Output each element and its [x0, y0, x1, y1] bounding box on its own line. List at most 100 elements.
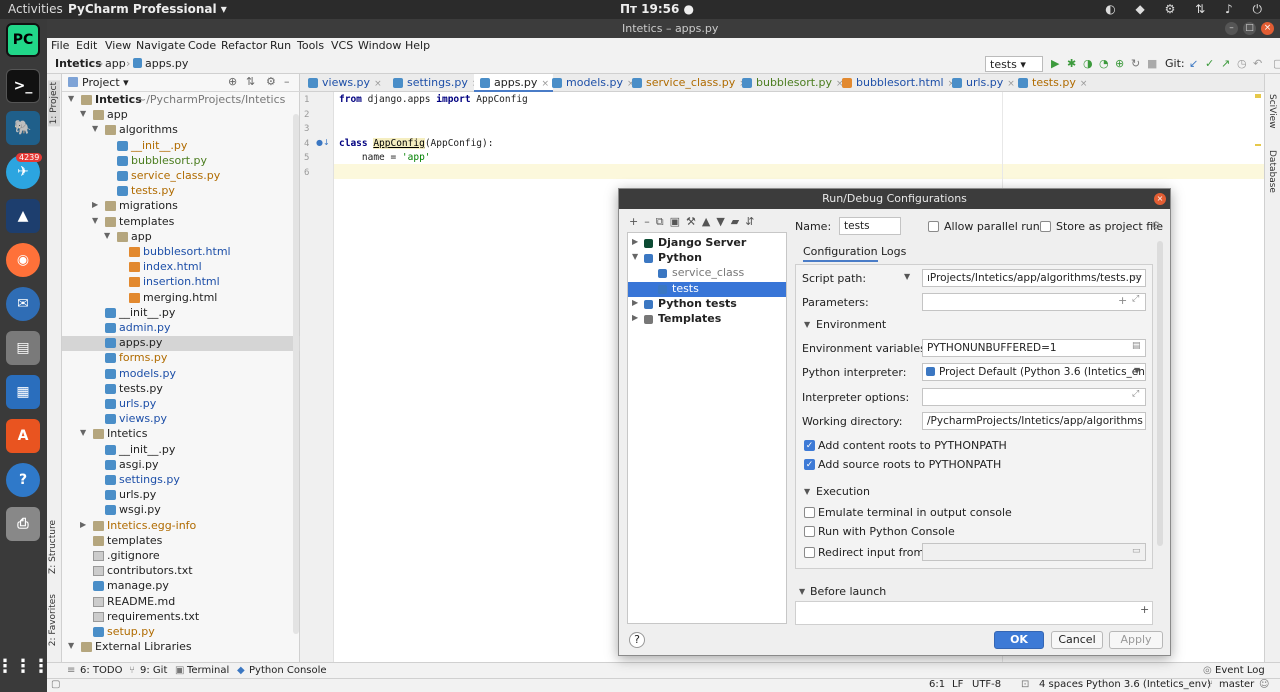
tree-item[interactable]: apps.py	[62, 336, 300, 352]
tree-item[interactable]: contributors.txt	[62, 564, 300, 579]
before-launch-collapse-icon[interactable]: ▼	[799, 587, 805, 596]
tree-item[interactable]: templates	[62, 534, 300, 549]
add-before-launch-icon[interactable]: +	[1140, 603, 1149, 616]
dialog-scrollbar[interactable]	[1157, 241, 1163, 546]
caret-position[interactable]: 6:1	[929, 679, 945, 690]
breadcrumb-project[interactable]: Intetics	[55, 57, 102, 70]
interp-options-expand-icon[interactable]: ⤢	[1132, 389, 1139, 399]
coverage-icon[interactable]: ◑	[1083, 57, 1093, 70]
add-content-roots-checkbox[interactable]: ✓	[804, 440, 815, 451]
memory-icon[interactable]: ☺	[1259, 679, 1269, 690]
before-launch-list[interactable]	[795, 601, 1153, 625]
tree-item[interactable]: setup.py	[62, 625, 300, 640]
tree-item[interactable]: bubblesort.html	[62, 245, 300, 260]
menu-code[interactable]: Code	[188, 39, 216, 52]
working-dir-input[interactable]: /PycharmProjects/Intetics/app/algorithms	[922, 412, 1146, 430]
chevron-right-icon[interactable]: ▶	[632, 298, 638, 307]
tool-terminal[interactable]: Terminal	[187, 665, 229, 676]
execution-section[interactable]: Execution	[816, 485, 870, 498]
help-icon[interactable]: ?	[6, 463, 40, 497]
tree-item[interactable]: ▶ Intetics.egg-info	[62, 519, 300, 534]
chevron-down-icon[interactable]: ▼	[68, 94, 74, 103]
store-settings-icon[interactable]: ⚙	[1151, 219, 1161, 232]
tree-item[interactable]: service_class.py	[62, 169, 300, 184]
activities-button[interactable]: Activities	[8, 2, 63, 16]
tab-structure[interactable]: Z: Structure	[48, 520, 58, 574]
menu-view[interactable]: View	[105, 39, 131, 52]
tab-project[interactable]: 1: Project	[48, 80, 60, 127]
menu-navigate[interactable]: Navigate	[136, 39, 185, 52]
tree-item[interactable]: merging.html	[62, 291, 300, 306]
tree-item[interactable]: admin.py	[62, 321, 300, 336]
settings-gear-icon[interactable]: ⚙	[266, 75, 276, 88]
tree-item[interactable]: asgi.py	[62, 458, 300, 473]
edit-defaults-icon[interactable]: ⚒	[686, 215, 702, 228]
files-icon[interactable]: ▤	[6, 331, 40, 365]
chevron-down-icon[interactable]: ▼	[92, 216, 98, 225]
apply-button[interactable]: Apply	[1109, 631, 1163, 649]
minimize-icon[interactable]: –	[1225, 22, 1238, 35]
build-icon[interactable]: ↻	[1131, 57, 1140, 70]
project-view-selector[interactable]: Project ▾	[82, 76, 129, 89]
tool-python-console[interactable]: Python Console	[249, 665, 327, 676]
maximize-icon[interactable]: □	[1243, 22, 1256, 35]
tab-database[interactable]: Database	[1267, 150, 1277, 193]
thunderbird-icon[interactable]: ✉	[6, 287, 40, 321]
tool-event-log[interactable]: Event Log	[1215, 665, 1265, 676]
chevron-down-icon[interactable]: ▼	[68, 641, 74, 650]
warning-marker[interactable]	[1255, 144, 1261, 146]
chevron-right-icon[interactable]: ▶	[632, 237, 638, 246]
config-tree-item[interactable]: ▼ Python	[628, 251, 786, 266]
add-parameter-icon[interactable]: +	[1118, 294, 1127, 307]
tree-item[interactable]: views.py	[62, 412, 300, 427]
git-push-icon[interactable]: ↗	[1221, 57, 1230, 70]
pycharm-icon[interactable]: PC	[6, 23, 40, 57]
execution-collapse-icon[interactable]: ▼	[804, 487, 810, 496]
tab-logs[interactable]: Logs	[881, 245, 906, 258]
editor-tab[interactable]: bubblesort.py ×	[736, 74, 848, 92]
script-type-dropdown-icon[interactable]: ▼	[904, 272, 910, 281]
hide-panel-icon[interactable]: –	[284, 75, 290, 88]
status-toggle-icon[interactable]: ▢	[51, 679, 60, 690]
config-tree-item[interactable]: ▶ Templates	[628, 312, 786, 327]
tree-item[interactable]: ▼ Intetics ~/PycharmProjects/Intetics	[62, 93, 300, 108]
chevron-right-icon[interactable]: ▶	[632, 313, 638, 322]
file-encoding[interactable]: UTF-8	[972, 679, 1001, 690]
git-commit-icon[interactable]: ✓	[1205, 57, 1214, 70]
tree-item[interactable]: wsgi.py	[62, 503, 300, 518]
menu-help[interactable]: Help	[405, 39, 430, 52]
locate-file-icon[interactable]: ⊕	[228, 75, 237, 88]
tab-sciview[interactable]: SciView	[1267, 94, 1277, 129]
breadcrumb-app[interactable]: app	[105, 57, 126, 70]
editor-tab[interactable]: models.py ×	[546, 74, 639, 92]
system-tray[interactable]: ◐ ◆ ⚙ ⇅ ♪ ⏻	[1105, 2, 1270, 17]
script-path-input[interactable]: ıProjects/Intetics/app/algorithms/tests.…	[922, 269, 1146, 287]
tree-item[interactable]: ▼ app	[62, 108, 300, 123]
name-input[interactable]: tests	[839, 217, 901, 235]
close-tab-icon[interactable]: ×	[374, 79, 382, 89]
menu-refactor[interactable]: Refactor	[221, 39, 267, 52]
store-project-checkbox[interactable]	[1040, 221, 1051, 232]
breadcrumb-file[interactable]: apps.py	[145, 57, 188, 70]
tree-item[interactable]: tests.py	[62, 382, 300, 397]
profile-icon[interactable]: ◔	[1099, 57, 1109, 70]
project-scrollbar[interactable]	[293, 114, 299, 634]
tree-item[interactable]: models.py	[62, 367, 300, 382]
shark-icon[interactable]: ▲	[6, 199, 40, 233]
tab-configuration[interactable]: Configuration	[803, 245, 878, 262]
writer-icon[interactable]: ▦	[6, 375, 40, 409]
tree-item[interactable]: __init__.py	[62, 306, 300, 321]
tool-git[interactable]: 9: Git	[140, 665, 167, 676]
firefox-icon[interactable]: ◉	[6, 243, 40, 277]
cancel-button[interactable]: Cancel	[1051, 631, 1103, 649]
clock[interactable]: Пт 19:56 ●	[620, 2, 694, 16]
browse-folder-icon[interactable]: ▭	[1132, 272, 1141, 282]
chevron-down-icon[interactable]: ▼	[80, 109, 86, 118]
editor-tab[interactable]: apps.py ×	[474, 74, 553, 92]
inspection-marker[interactable]	[1255, 94, 1261, 98]
expand-icon[interactable]: ⤢	[1132, 294, 1139, 304]
tree-item[interactable]: ▶ migrations	[62, 199, 300, 214]
git-branch[interactable]: master	[1219, 679, 1254, 690]
tree-item[interactable]: tests.py	[62, 184, 300, 199]
software-icon[interactable]: A	[6, 419, 40, 453]
